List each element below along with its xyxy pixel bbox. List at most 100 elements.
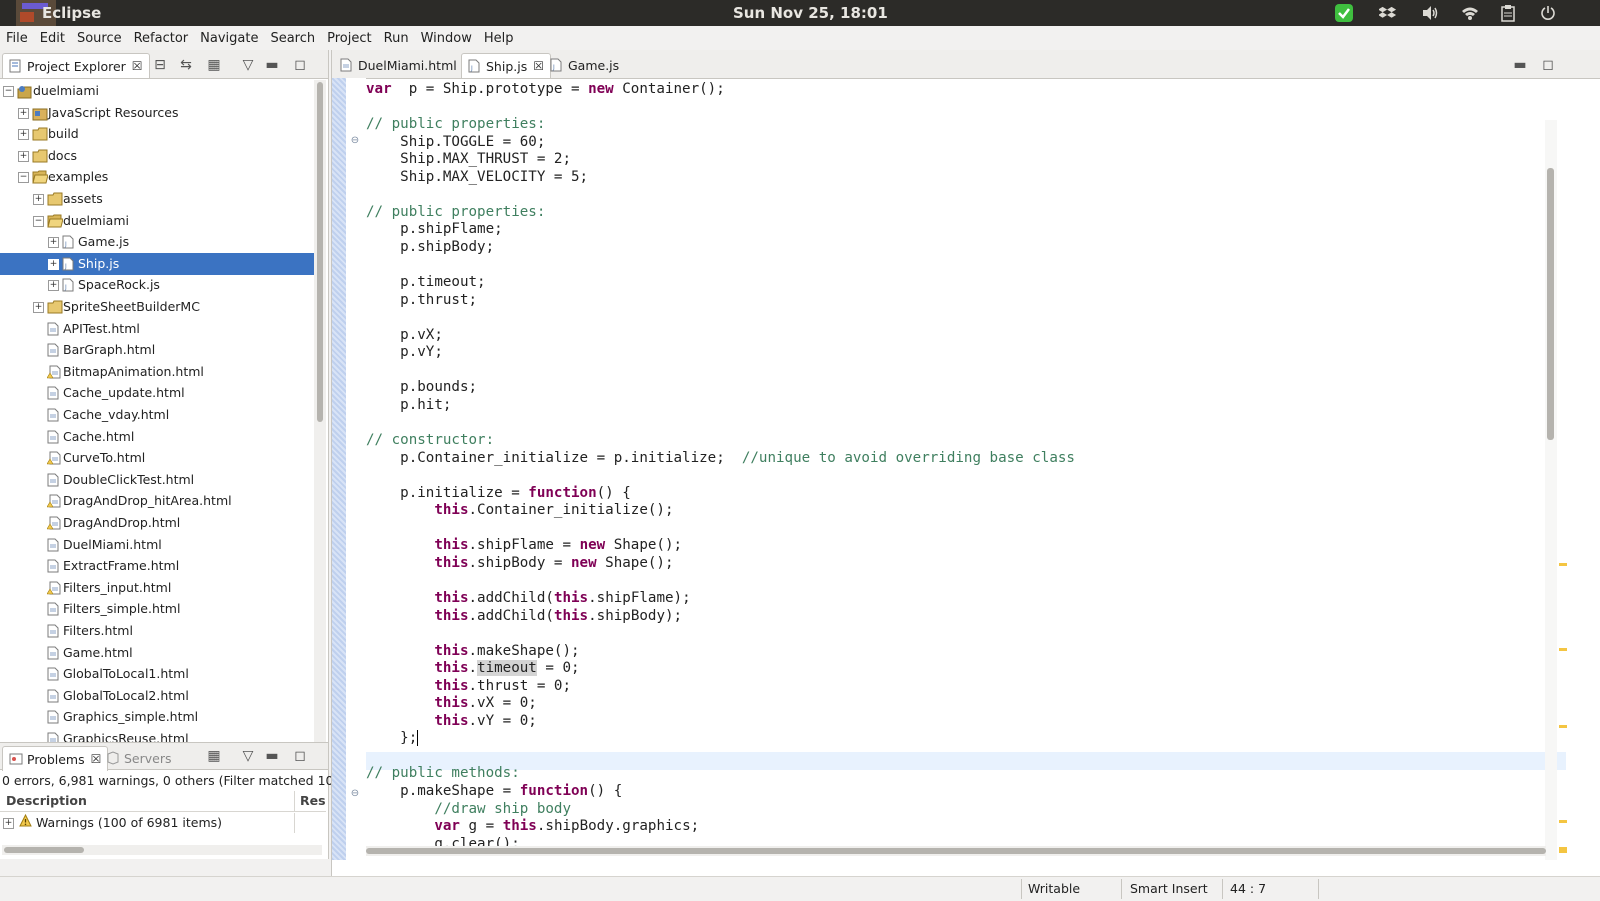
tree-item[interactable]: GlobalToLocal2.html — [0, 685, 314, 707]
tree-item[interactable]: DoubleClickTest.html — [0, 469, 314, 491]
menu-project[interactable]: Project — [321, 31, 377, 46]
tree-item[interactable]: Filters_input.html — [0, 577, 314, 599]
col-resource[interactable]: Res — [300, 793, 326, 808]
warning-marker[interactable] — [1559, 648, 1567, 651]
warning-marker[interactable] — [1559, 820, 1567, 823]
tree-item[interactable]: + SpriteSheetBuilderMC — [0, 296, 314, 318]
col-description[interactable]: Description — [6, 793, 87, 808]
tree-item[interactable]: − examples — [0, 166, 314, 188]
code-area[interactable]: var p = Ship.prototype = new Container()… — [366, 78, 1566, 860]
tab-game-js[interactable]: J Game.js — [544, 53, 625, 77]
tree-item[interactable]: Cache.html — [0, 426, 314, 448]
tree-item[interactable]: + assets — [0, 188, 314, 210]
close-icon[interactable]: ☒ — [533, 59, 544, 73]
menu-source[interactable]: Source — [71, 31, 128, 46]
warning-marker[interactable] — [1559, 725, 1567, 728]
expand-icon[interactable]: + — [48, 237, 59, 249]
project-tree-scrollbar[interactable] — [314, 80, 326, 748]
view-menu-icon[interactable]: ▽ — [240, 57, 256, 73]
tree-item[interactable]: + JavaScript Resources — [0, 102, 314, 124]
collapse-icon[interactable]: − — [33, 215, 44, 227]
tab-servers[interactable]: Servers — [100, 746, 178, 770]
maximize-icon[interactable]: ◻ — [1540, 57, 1556, 73]
expand-icon[interactable]: + — [48, 258, 59, 270]
code-line: p.shipBody; — [366, 238, 494, 256]
tree-item[interactable]: Game.html — [0, 642, 314, 664]
expand-icon[interactable]: + — [18, 129, 29, 141]
tree-item[interactable]: + build — [0, 123, 314, 145]
tree-item[interactable]: + J Game.js — [0, 231, 314, 253]
menu-file[interactable]: File — [0, 31, 34, 46]
expand-icon[interactable]: + — [33, 302, 44, 313]
tree-item[interactable]: + docs — [0, 145, 314, 167]
editor-vscrollbar[interactable] — [1545, 120, 1557, 860]
tree-item[interactable]: ExtractFrame.html — [0, 555, 314, 577]
expand-icon[interactable]: + — [48, 280, 59, 292]
problems-warnings-row[interactable]: + Warnings (100 of 6981 items) — [0, 813, 326, 833]
maximize-icon[interactable]: ◻ — [292, 57, 308, 73]
expand-icon[interactable]: + — [33, 194, 44, 205]
tree-item[interactable]: DragAndDrop.html — [0, 512, 314, 534]
editor-hscrollbar[interactable] — [366, 846, 1546, 856]
tree-item[interactable]: − duelmiami — [0, 80, 314, 102]
expand-icon[interactable]: + — [18, 107, 29, 119]
tree-item[interactable]: APITest.html — [0, 318, 314, 340]
clock[interactable]: Sun Nov 25, 18:01 — [733, 4, 888, 22]
menu-edit[interactable]: Edit — [34, 31, 71, 46]
overview-ruler[interactable] — [1558, 120, 1568, 860]
fold-collapse-icon[interactable]: ⊖ — [350, 789, 360, 799]
tree-item[interactable]: + J Ship.js — [0, 252, 314, 275]
annotation-ruler[interactable] — [332, 78, 346, 860]
tab-duelmiami-html[interactable]: DuelMiami.html — [334, 53, 463, 77]
expand-icon[interactable]: + — [18, 150, 29, 162]
minimize-icon[interactable]: ▬ — [1512, 57, 1528, 73]
volume-icon[interactable] — [1416, 0, 1444, 26]
clipboard-icon[interactable] — [1494, 0, 1522, 26]
tab-problems[interactable]: Problems ☒ — [2, 746, 109, 771]
close-icon[interactable]: ☒ — [132, 59, 143, 73]
tree-item[interactable]: DragAndDrop_hitArea.html — [0, 490, 314, 512]
tab-ship-js[interactable]: J Ship.js ☒ — [461, 53, 551, 78]
menu-help[interactable]: Help — [478, 31, 520, 46]
tree-item[interactable]: CurveTo.html — [0, 447, 314, 469]
expand-icon[interactable]: + — [3, 818, 14, 829]
collapse-all-icon[interactable]: ⊟ — [152, 57, 168, 73]
collapse-icon[interactable]: − — [18, 172, 29, 184]
tree-item[interactable]: BarGraph.html — [0, 339, 314, 361]
code-keyword: var — [434, 818, 460, 835]
tree-item[interactable]: Cache_update.html — [0, 382, 314, 404]
warning-marker[interactable] — [1559, 847, 1567, 853]
tab-project-explorer[interactable]: Project Explorer ☒ — [2, 53, 150, 78]
link-with-editor-icon[interactable]: ⇆ — [178, 57, 194, 73]
menu-navigate[interactable]: Navigate — [194, 31, 264, 46]
status-insert-mode[interactable]: Smart Insert — [1130, 881, 1208, 896]
dropbox-icon[interactable] — [1374, 0, 1402, 26]
collapse-icon[interactable]: − — [3, 86, 14, 97]
view-menu-icon[interactable]: ▽ — [240, 748, 256, 764]
update-check-icon[interactable] — [1330, 0, 1358, 26]
minimize-icon[interactable]: ▬ — [264, 57, 280, 73]
menu-run[interactable]: Run — [378, 31, 415, 46]
warning-marker[interactable] — [1559, 563, 1567, 566]
problems-hscrollbar[interactable] — [2, 845, 322, 855]
fold-collapse-icon[interactable]: ⊖ — [350, 136, 360, 146]
tree-item[interactable]: − duelmiami — [0, 210, 314, 232]
tree-item[interactable]: Graphics_simple.html — [0, 706, 314, 728]
tree-item[interactable]: Filters_simple.html — [0, 598, 314, 620]
filter-icon[interactable]: ▦ — [206, 748, 222, 764]
tree-item[interactable]: Cache_vday.html — [0, 404, 314, 426]
wifi-icon[interactable] — [1456, 0, 1484, 26]
tree-item[interactable]: BitmapAnimation.html — [0, 361, 314, 383]
tree-item[interactable]: + J SpaceRock.js — [0, 274, 314, 296]
filter-icon[interactable]: ▦ — [206, 57, 222, 73]
power-icon[interactable] — [1534, 0, 1562, 26]
menu-window[interactable]: Window — [415, 31, 478, 46]
menu-search[interactable]: Search — [264, 31, 321, 46]
maximize-icon[interactable]: ◻ — [292, 748, 308, 764]
tree-item[interactable]: GlobalToLocal1.html — [0, 663, 314, 685]
tree-item[interactable]: Filters.html — [0, 620, 314, 642]
tree-item[interactable]: DuelMiami.html — [0, 534, 314, 556]
minimize-icon[interactable]: ▬ — [264, 748, 280, 764]
menu-refactor[interactable]: Refactor — [128, 31, 195, 46]
code-keyword: this — [434, 677, 469, 694]
